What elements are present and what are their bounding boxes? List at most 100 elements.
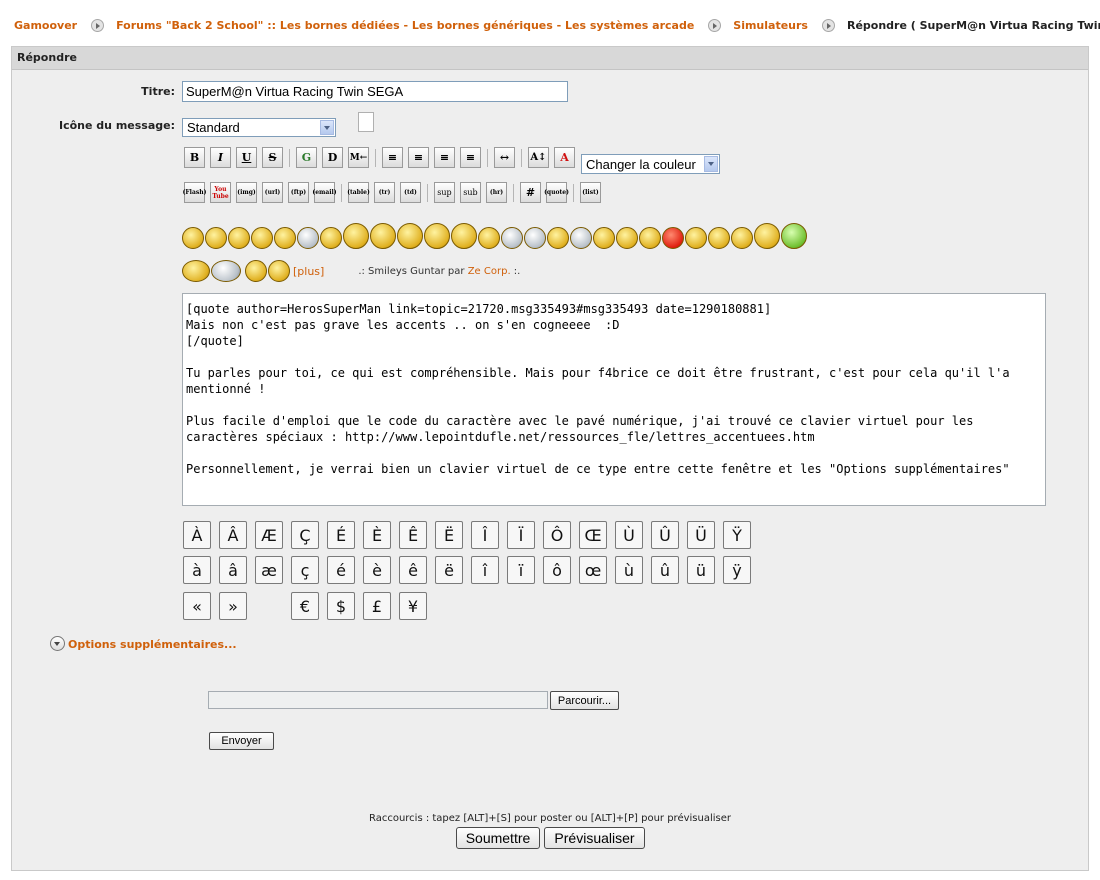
code-button[interactable]: # [520,182,541,203]
special-char-key[interactable]: œ [579,556,607,584]
glow-button[interactable]: G [296,147,317,168]
breadcrumb-forum[interactable]: Forums "Back 2 School" :: Les bornes déd… [116,19,694,32]
breadcrumb-simulateurs[interactable]: Simulateurs [733,19,808,32]
options-toggle[interactable]: Options supplémentaires... [50,635,237,651]
special-char-key[interactable]: æ [255,556,283,584]
special-char-key[interactable]: Œ [579,521,607,549]
smiley-icon[interactable] [343,223,369,249]
align-left-button[interactable]: ≡ [408,147,429,168]
browse-button[interactable]: Parcourir... [550,691,619,710]
special-char-key[interactable]: Ç [291,521,319,549]
quote-button[interactable]: (quote) [544,182,569,203]
special-char-key[interactable]: ô [543,556,571,584]
special-char-key[interactable]: ÿ [723,556,751,584]
smiley-icon[interactable] [182,260,210,282]
submit-button[interactable]: Soumettre [456,827,540,849]
special-char-key[interactable]: ë [435,556,463,584]
special-char-key[interactable]: è [363,556,391,584]
more-smileys-link[interactable]: [plus] [293,265,324,278]
font-size-button[interactable]: A↕ [528,147,549,168]
smiley-icon[interactable] [547,227,569,249]
align-center-button[interactable]: ≡ [434,147,455,168]
table-cell-button[interactable]: (td) [400,182,421,203]
special-char-key[interactable]: î [471,556,499,584]
special-char-key[interactable]: ï [507,556,535,584]
title-input[interactable]: SuperM@n Virtua Racing Twin SEGA [182,81,568,102]
special-char-key[interactable]: Ï [507,521,535,549]
special-char-key[interactable]: » [219,592,247,620]
subscript-button[interactable]: sub [460,182,481,203]
smiley-icon[interactable] [662,227,684,249]
smiley-icon[interactable] [268,260,290,282]
italic-button[interactable]: I [210,147,231,168]
special-char-key[interactable]: â [219,556,247,584]
special-char-key[interactable]: Û [651,521,679,549]
smiley-icon[interactable] [320,227,342,249]
icon-select[interactable]: Standard [182,118,336,137]
smiley-icon[interactable] [370,223,396,249]
align-right-button[interactable]: ≡ [460,147,481,168]
special-char-key[interactable]: À [183,521,211,549]
special-char-key[interactable]: û [651,556,679,584]
horizontal-rule-button[interactable]: ↔ [494,147,515,168]
special-char-key[interactable]: € [291,592,319,620]
flash-button[interactable]: (Flash) [183,182,206,203]
url-button[interactable]: (url) [262,182,283,203]
table-row-button[interactable]: (tr) [374,182,395,203]
smiley-icon[interactable] [424,223,450,249]
special-char-key[interactable]: Â [219,521,247,549]
special-char-key[interactable]: Î [471,521,499,549]
special-char-key[interactable]: Æ [255,521,283,549]
smiley-icon[interactable] [524,227,546,249]
special-char-key[interactable]: ù [615,556,643,584]
smiley-icon[interactable] [616,227,638,249]
bold-button[interactable]: B [184,147,205,168]
smiley-icon[interactable] [274,227,296,249]
smiley-icon[interactable] [781,223,807,249]
special-char-key[interactable]: é [327,556,355,584]
file-path-input[interactable] [208,691,548,709]
special-char-key[interactable]: ¥ [399,592,427,620]
special-char-key[interactable]: « [183,592,211,620]
pre-button[interactable]: ≡ [382,147,403,168]
smiley-icon[interactable] [754,223,780,249]
smiley-icon[interactable] [685,227,707,249]
special-char-key[interactable]: È [363,521,391,549]
special-char-key[interactable]: Ÿ [723,521,751,549]
color-select[interactable]: Changer la couleur [581,154,720,174]
special-char-key[interactable]: ü [687,556,715,584]
superscript-button[interactable]: sup [434,182,455,203]
table-button[interactable]: (table) [347,182,370,203]
special-char-key[interactable]: Ô [543,521,571,549]
smiley-icon[interactable] [205,227,227,249]
special-char-key[interactable]: Ü [687,521,715,549]
special-char-key[interactable]: à [183,556,211,584]
youtube-button[interactable]: You Tube [210,182,231,203]
email-button[interactable]: (email) [312,182,337,203]
special-char-key[interactable]: Ë [435,521,463,549]
special-char-key[interactable]: ê [399,556,427,584]
smiley-icon[interactable] [182,227,204,249]
breadcrumb-gamoover[interactable]: Gamoover [14,19,77,32]
list-button[interactable]: (list) [580,182,601,203]
smiley-icon[interactable] [211,260,241,282]
smiley-icon[interactable] [501,227,523,249]
underline-button[interactable]: U [236,147,257,168]
smiley-icon[interactable] [297,227,319,249]
special-char-key[interactable]: ç [291,556,319,584]
smiley-icon[interactable] [708,227,730,249]
strike-button[interactable]: S [262,147,283,168]
ze-corp-link[interactable]: Ze Corp. [468,266,511,277]
smiley-icon[interactable] [478,227,500,249]
smiley-icon[interactable] [228,227,250,249]
message-textarea[interactable]: [quote author=HerosSuperMan link=topic=2… [182,293,1046,506]
ftp-button[interactable]: (ftp) [288,182,309,203]
special-char-key[interactable]: Ù [615,521,643,549]
special-char-key[interactable]: Ê [399,521,427,549]
smiley-icon[interactable] [245,260,267,282]
marquee-button[interactable]: M← [348,147,369,168]
send-attachment-button[interactable]: Envoyer [209,732,274,750]
smiley-icon[interactable] [593,227,615,249]
shadow-button[interactable]: D [322,147,343,168]
teletype-button[interactable]: (hr) [486,182,507,203]
